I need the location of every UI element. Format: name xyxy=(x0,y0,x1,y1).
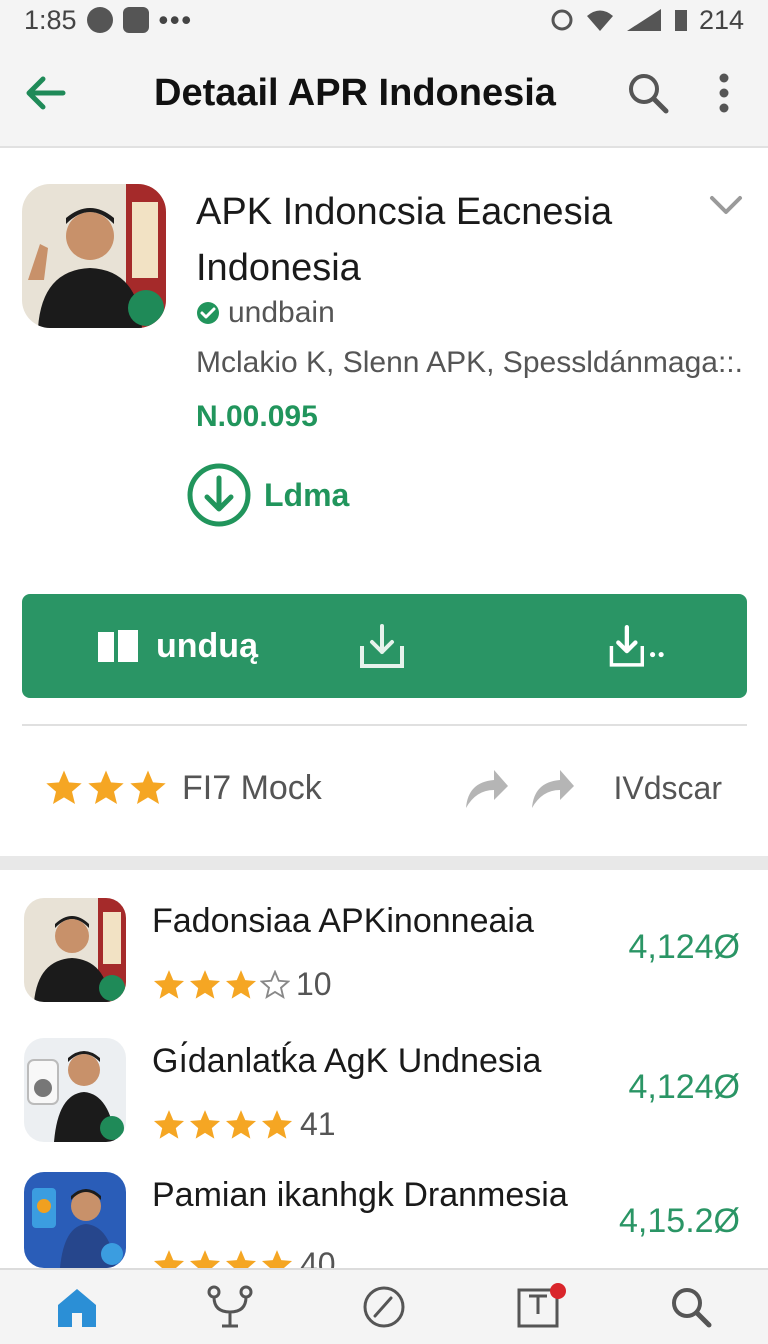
list-item-thumbnail xyxy=(24,1172,126,1268)
star-outline-icon xyxy=(260,969,290,999)
star-icon xyxy=(153,1109,185,1139)
install-icon xyxy=(609,625,664,667)
search-icon xyxy=(672,1288,712,1328)
section-separator xyxy=(0,856,768,870)
wifi-icon xyxy=(586,10,613,31)
list-item-thumbnail xyxy=(24,898,126,1002)
app-avatar-image xyxy=(22,184,166,328)
download-button[interactable]: unduą xyxy=(22,627,352,666)
list-item-name: Fadonsiaa APKinonneaia xyxy=(152,902,534,940)
list-item-size: 4,124Ø xyxy=(628,928,740,966)
star-icon xyxy=(261,1109,293,1139)
chevron-down-icon[interactable] xyxy=(706,190,746,222)
avatar-image xyxy=(24,1172,126,1268)
tray-download-icon xyxy=(360,624,404,668)
app-tags: Mclakio K, Slenn APK, Spessldánmaga::. xyxy=(196,346,743,379)
list-item-name: Gı́danlatḱa AgK Undnesia xyxy=(152,1042,542,1080)
share-icon[interactable] xyxy=(460,764,510,812)
star-icon xyxy=(88,770,124,804)
list-item-name: Pamian ikanhgk Dranmesia xyxy=(152,1176,568,1214)
download-circle-icon xyxy=(187,463,251,527)
book-icon xyxy=(98,630,138,662)
divider xyxy=(22,724,747,726)
developer-row[interactable]: undbain xyxy=(196,296,335,330)
back-button[interactable] xyxy=(0,39,90,147)
app-name: APK Indoncsia Eacnesia Indonesia xyxy=(196,191,613,289)
action-bar: unduą xyxy=(22,594,747,698)
bottom-nav xyxy=(0,1268,768,1344)
discuss-link[interactable]: IVdscar xyxy=(614,770,722,807)
download-link[interactable]: Ldma xyxy=(186,462,349,528)
avatar-image xyxy=(24,898,126,1002)
search-button[interactable] xyxy=(616,61,680,125)
battery-text: 214 xyxy=(698,4,744,35)
nav-search[interactable] xyxy=(651,1269,731,1344)
nav-explore[interactable] xyxy=(190,1269,270,1344)
star-icon xyxy=(225,969,257,999)
avatar-image xyxy=(24,1038,126,1142)
download-button-label: unduą xyxy=(156,626,258,665)
list-item[interactable]: Fadonsiaa APKinonneaia 10 4,124Ø xyxy=(0,898,768,1018)
notification-badge xyxy=(549,1283,566,1299)
list-item-review-count: 10 xyxy=(296,966,332,1002)
download-link-label: Ldma xyxy=(264,476,350,513)
page-title: Detaail APR Indonesia xyxy=(154,71,556,114)
status-more-dots: ••• xyxy=(158,4,193,35)
rating-text: FI7 Mock xyxy=(182,768,322,807)
arrow-left-icon xyxy=(26,76,66,110)
battery-icon xyxy=(674,10,687,31)
more-menu-button[interactable] xyxy=(692,61,756,125)
star-icon xyxy=(46,770,82,804)
app-price: N.00.095 xyxy=(196,400,318,433)
save-button[interactable] xyxy=(352,616,412,676)
app-icon xyxy=(22,184,166,328)
list-item-rating: 41 xyxy=(152,1106,336,1143)
star-icon xyxy=(225,1109,257,1139)
star-icon xyxy=(189,969,221,999)
forward-icon[interactable] xyxy=(526,764,576,812)
star-icon xyxy=(153,969,185,999)
star-icon xyxy=(189,1109,221,1139)
nav-inbox[interactable] xyxy=(498,1269,578,1344)
rating-row: FI7 Mock IVdscar xyxy=(44,758,734,818)
sync-icon xyxy=(86,7,113,33)
app-bar: Detaail APR Indonesia xyxy=(0,40,768,148)
nav-home[interactable] xyxy=(37,1269,117,1344)
install-button[interactable] xyxy=(608,616,668,676)
rating-stars xyxy=(44,768,168,808)
developer-name: undbain xyxy=(228,296,335,329)
list-item-rating: 10 xyxy=(152,966,332,1003)
list-item-review-count: 41 xyxy=(300,1106,336,1142)
signal-icon xyxy=(626,9,661,31)
list-item-size: 4,15.2Ø xyxy=(619,1202,740,1240)
list-item-thumbnail xyxy=(24,1038,126,1142)
fork-icon xyxy=(207,1285,253,1328)
more-vert-icon xyxy=(719,73,729,113)
status-time: 1:85 xyxy=(24,4,77,35)
vibrate-icon xyxy=(551,9,573,31)
home-icon xyxy=(57,1289,96,1327)
star-icon xyxy=(130,770,166,804)
list-item[interactable]: Gı́danlatḱa AgK Undnesia 41 4,124Ø xyxy=(0,1038,768,1158)
status-bar: 1:85 ••• 214 xyxy=(0,0,768,40)
list-item-size: 4,124Ø xyxy=(628,1068,740,1106)
search-icon xyxy=(629,74,669,114)
nav-discover[interactable] xyxy=(344,1269,424,1344)
notification-icon xyxy=(122,7,149,33)
verified-icon xyxy=(197,302,219,324)
compass-icon xyxy=(363,1286,405,1328)
